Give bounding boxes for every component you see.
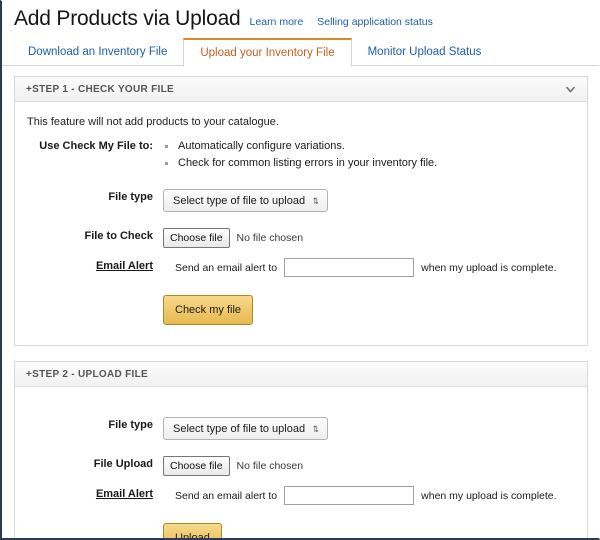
page-title: Add Products via Upload <box>14 7 241 31</box>
step1-email-input[interactable] <box>284 258 414 277</box>
file-upload-label: File Upload <box>15 456 163 473</box>
step2-panel-header[interactable]: +STEP 2 - UPLOAD FILE <box>15 362 587 387</box>
step2-email-alert-label[interactable]: Email Alert <box>15 486 163 503</box>
step1-email-alert-line: Send an email alert to when my upload is… <box>163 258 587 277</box>
use-check-my-file-row: Use Check My File to: Automatically conf… <box>15 132 587 178</box>
use-check-my-file-label: Use Check My File to: <box>15 138 163 155</box>
upload-button[interactable]: Upload <box>163 523 222 540</box>
selling-application-status-link[interactable]: Selling application status <box>317 16 433 28</box>
step1-panel: +STEP 1 - CHECK YOUR FILE This feature w… <box>14 76 588 346</box>
step1-file-type-field: Select type of file to upload ⇅ <box>163 189 587 212</box>
step2-email-suffix-text: when my upload is complete. <box>421 490 556 502</box>
step2-action-row: Upload <box>15 511 587 540</box>
check-my-file-benefits-list: Automatically configure variations. Chec… <box>163 138 587 172</box>
step1-action-row: Check my file <box>15 283 587 331</box>
page-header: Add Products via Upload Learn more Selli… <box>2 1 599 31</box>
step1-file-status: No file chosen <box>237 232 304 244</box>
step2-action-field: Upload <box>163 523 587 540</box>
step2-email-input[interactable] <box>284 486 414 505</box>
step2-file-type-field: Select type of file to upload ⇅ <box>163 417 587 440</box>
step2-body: File type Select type of file to upload … <box>15 387 587 540</box>
list-item: Automatically configure variations. <box>163 138 587 155</box>
step2-choose-file-button[interactable]: Choose file <box>163 456 230 476</box>
step2-file-type-row: File type Select type of file to upload … <box>15 411 587 446</box>
step1-email-suffix-text: when my upload is complete. <box>421 262 556 274</box>
file-to-check-label: File to Check <box>15 228 163 245</box>
step1-intro-text: This feature will not add products to yo… <box>15 112 587 132</box>
file-upload-field: Choose file No file chosen <box>163 456 587 476</box>
step2-file-status: No file chosen <box>237 460 304 472</box>
step1-file-type-label: File type <box>15 189 163 206</box>
learn-more-link[interactable]: Learn more <box>250 16 304 28</box>
step2-email-alert-field: Send an email alert to when my upload is… <box>163 486 587 505</box>
step1-file-type-select[interactable]: Select type of file to upload ⇅ <box>163 189 328 212</box>
step2-file-type-label: File type <box>15 417 163 434</box>
file-upload-input-group: Choose file No file chosen <box>163 456 587 476</box>
step1-email-prefix-text: Send an email alert to <box>175 262 277 274</box>
step2-panel: +STEP 2 - UPLOAD FILE File type Select t… <box>14 361 588 540</box>
step1-panel-header[interactable]: +STEP 1 - CHECK YOUR FILE <box>15 77 587 102</box>
file-to-check-field: Choose file No file chosen <box>163 228 587 248</box>
step2-email-prefix-text: Send an email alert to <box>175 490 277 502</box>
step1-choose-file-button[interactable]: Choose file <box>163 228 230 248</box>
step2-title: +STEP 2 - UPLOAD FILE <box>26 369 148 380</box>
step1-email-alert-label[interactable]: Email Alert <box>15 258 163 275</box>
file-upload-row: File Upload Choose file No file chosen <box>15 446 587 482</box>
step2-email-alert-line: Send an email alert to when my upload is… <box>163 486 587 505</box>
updown-arrows-icon: ⇅ <box>313 197 319 205</box>
step1-file-type-row: File type Select type of file to upload … <box>15 178 587 218</box>
step1-title: +STEP 1 - CHECK YOUR FILE <box>26 84 174 95</box>
step1-email-alert-row: Email Alert Send an email alert to when … <box>15 254 587 283</box>
tab-upload-inventory-file[interactable]: Upload your Inventory File <box>183 38 351 67</box>
updown-arrows-icon: ⇅ <box>313 425 319 433</box>
tab-download-inventory-file[interactable]: Download an Inventory File <box>12 38 183 66</box>
header-links: Learn more Selling application status <box>250 16 433 29</box>
step2-file-type-selected-value: Select type of file to upload <box>173 423 305 435</box>
step1-email-alert-field: Send an email alert to when my upload is… <box>163 258 587 277</box>
check-my-file-button[interactable]: Check my file <box>163 295 253 325</box>
page-root: Add Products via Upload Learn more Selli… <box>0 0 600 540</box>
step2-email-alert-row: Email Alert Send an email alert to when … <box>15 482 587 511</box>
step1-action-field: Check my file <box>163 295 587 325</box>
use-check-my-file-field: Automatically configure variations. Chec… <box>163 138 587 172</box>
list-item: Check for common listing errors in your … <box>163 155 587 172</box>
step2-top-spacer <box>15 397 587 411</box>
tab-bar: Download an Inventory File Upload your I… <box>2 38 599 66</box>
step2-file-type-select[interactable]: Select type of file to upload ⇅ <box>163 417 328 440</box>
tab-monitor-upload-status[interactable]: Monitor Upload Status <box>352 38 498 66</box>
file-to-check-input-group: Choose file No file chosen <box>163 228 587 248</box>
step1-file-type-selected-value: Select type of file to upload <box>173 195 305 207</box>
step1-body: This feature will not add products to yo… <box>15 102 587 345</box>
chevron-down-icon[interactable] <box>564 83 577 96</box>
file-to-check-row: File to Check Choose file No file chosen <box>15 218 587 254</box>
